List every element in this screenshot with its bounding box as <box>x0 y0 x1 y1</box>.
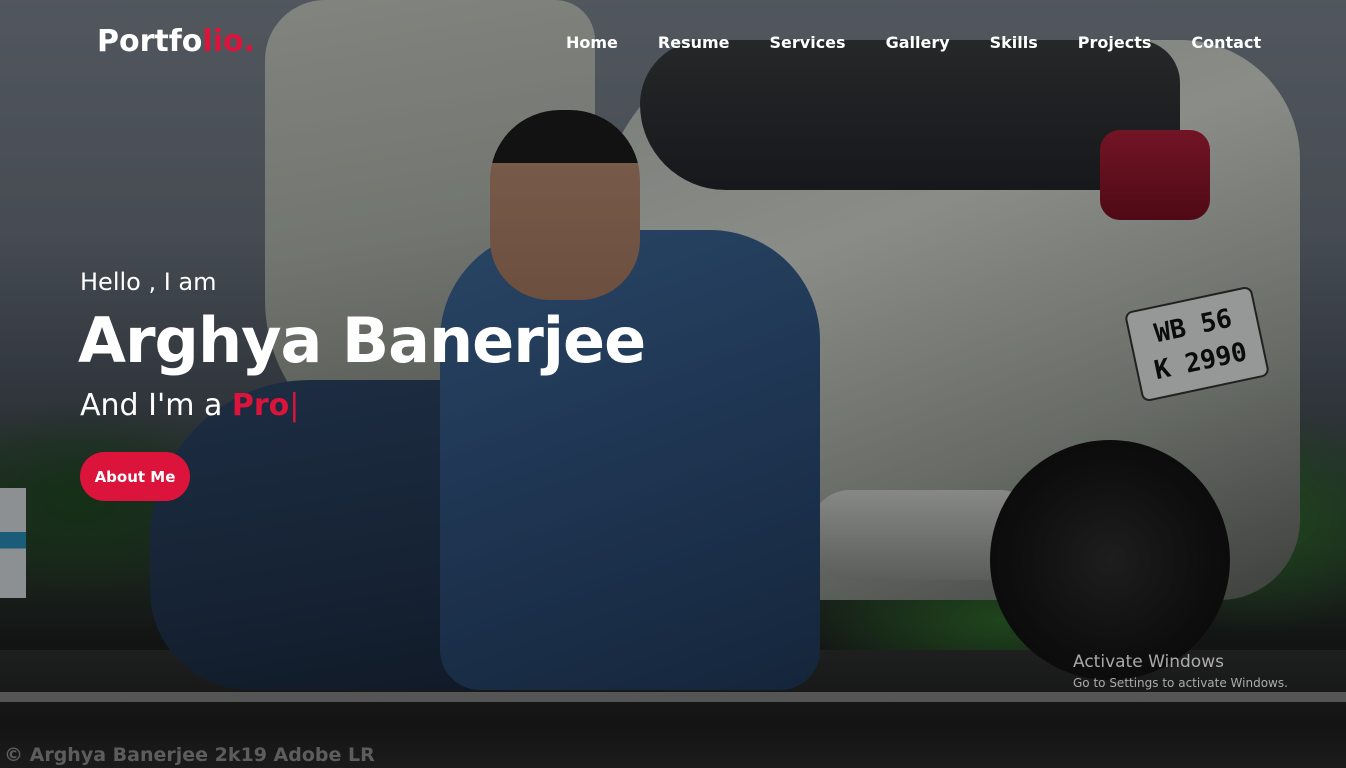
activate-windows-subtitle: Go to Settings to activate Windows. <box>1073 676 1288 690</box>
nav-gallery[interactable]: Gallery <box>886 31 950 55</box>
hero-section: WB 56 K 2990 © Arghya Banerjee 2k19 Adob… <box>0 0 1346 768</box>
photo-watermark: © Arghya Banerjee 2k19 Adobe LR <box>4 744 375 766</box>
nav-resume[interactable]: Resume <box>658 31 730 55</box>
typing-cursor: | <box>289 388 300 423</box>
main-nav: Home Resume Services Gallery Skills Proj… <box>566 31 1261 55</box>
role-typed-text: Pro <box>231 388 290 423</box>
hero-greeting: Hello , I am <box>80 268 217 296</box>
site-logo[interactable]: Portfolio. <box>97 24 255 59</box>
nav-home[interactable]: Home <box>566 31 618 55</box>
nav-projects[interactable]: Projects <box>1078 31 1152 55</box>
about-me-button[interactable]: About Me <box>80 452 190 501</box>
hero-role-line: And I'm a Pro| <box>80 388 299 423</box>
logo-accent-text: lio. <box>202 24 255 59</box>
nav-contact[interactable]: Contact <box>1191 31 1261 55</box>
hero-name: Arghya Banerjee <box>78 304 646 377</box>
activate-windows-title: Activate Windows <box>1073 652 1224 672</box>
role-prefix: And I'm a <box>80 388 232 423</box>
logo-text: Portfo <box>97 24 203 59</box>
nav-services[interactable]: Services <box>770 31 846 55</box>
nav-skills[interactable]: Skills <box>990 31 1038 55</box>
activate-windows-notice: Activate Windows Go to Settings to activ… <box>1073 652 1288 690</box>
